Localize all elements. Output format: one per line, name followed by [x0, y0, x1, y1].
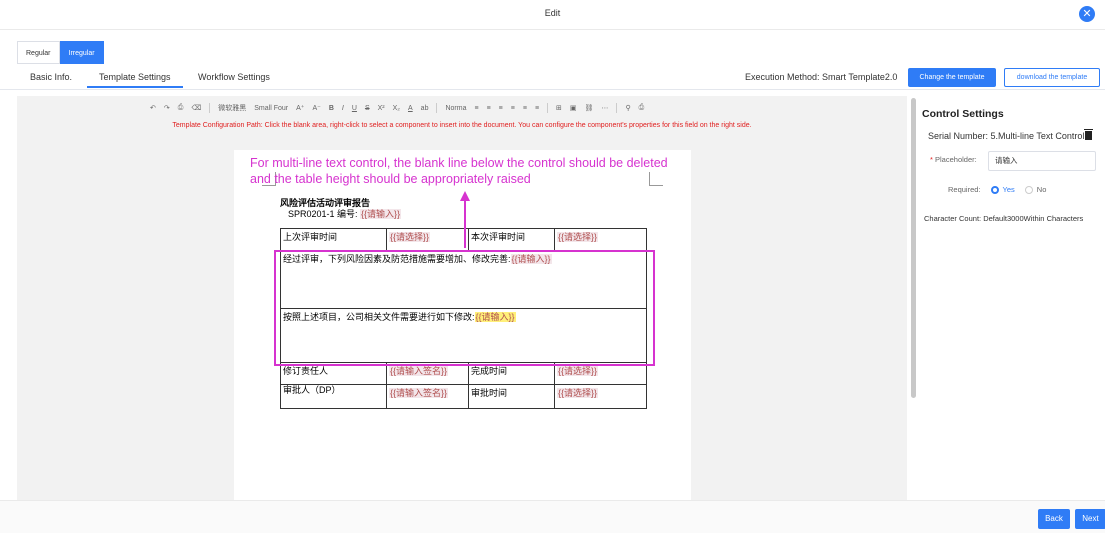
config-path-hint: Template Configuration Path: Click the b…: [172, 122, 752, 129]
next-button[interactable]: Next: [1075, 509, 1105, 529]
document-code-text: SPR0201-1 编号:: [288, 209, 358, 219]
table-cell[interactable]: {{请选择}}: [386, 228, 469, 251]
table-cell[interactable]: {{请输入签名}}: [386, 384, 469, 409]
print-preview-icon[interactable]: ⎙: [639, 104, 645, 112]
trash-icon[interactable]: [1084, 129, 1094, 140]
close-icon[interactable]: ✕: [1079, 6, 1095, 22]
font-size-select[interactable]: Small Four: [254, 105, 288, 112]
dialog-footer: [0, 500, 1105, 533]
placeholder-label: * Placeholder:: [930, 155, 977, 164]
editor-scrollbar[interactable]: [911, 98, 916, 398]
date-placeholder[interactable]: {{请选择}}: [557, 232, 599, 242]
placeholder-input[interactable]: 请输入: [988, 151, 1096, 171]
tab-irregular[interactable]: Irregular: [59, 41, 104, 64]
font-color-icon[interactable]: A: [408, 105, 413, 112]
highlight-icon[interactable]: ab: [421, 105, 429, 112]
image-icon[interactable]: ▣: [570, 104, 577, 112]
undo-icon[interactable]: ↶: [150, 104, 156, 112]
paragraph-select[interactable]: Norma: [445, 105, 466, 112]
tab-basic-info[interactable]: Basic Info.: [30, 72, 72, 82]
character-count: Character Count: Default3000Within Chara…: [924, 214, 1084, 223]
annotation-line: For multi-line text control, the blank l…: [250, 156, 668, 170]
strikethrough-icon[interactable]: S: [365, 105, 370, 112]
serial-number-text: Serial Number: 5.Multi-line Text Control: [928, 131, 1085, 141]
table-icon[interactable]: ⊞: [556, 104, 562, 112]
table-cell[interactable]: {{请选择}}: [554, 384, 647, 409]
align-right-icon[interactable]: ≡: [499, 105, 503, 112]
more-icon[interactable]: ⋯: [601, 104, 608, 112]
execution-method: Execution Method: Smart Template2.0: [745, 72, 898, 82]
annotation-line: and the table height should be appropria…: [250, 172, 531, 186]
code-placeholder[interactable]: {{请输入}}: [360, 209, 402, 219]
table-cell: 上次评审时间: [280, 228, 387, 251]
divider: [547, 103, 549, 113]
annotation-arrow-shaft: [464, 200, 466, 248]
align-center-icon[interactable]: ≡: [487, 105, 491, 112]
table-cell[interactable]: {{请选择}}: [554, 228, 647, 251]
required-label: Required:: [948, 185, 981, 194]
required-yes-radio[interactable]: [990, 185, 999, 194]
align-left-icon[interactable]: ≡: [474, 105, 478, 112]
table-cell: 本次评审时间: [468, 228, 555, 251]
link-icon[interactable]: ⛓: [585, 104, 594, 112]
control-settings-title: Control Settings: [922, 108, 1004, 120]
divider: [616, 103, 618, 113]
bold-icon[interactable]: B: [329, 105, 334, 112]
divider: [436, 103, 438, 113]
align-justify-icon[interactable]: ≡: [511, 105, 515, 112]
serial-number: Serial Number: 5.Multi-line Text Control: [928, 129, 1094, 141]
table-row: 审批人（DP） {{请输入签名}} 审批时间 {{请选择}}: [280, 384, 647, 409]
editor-toolbar: ↶ ↷ ⎙ ⌫ 微软雅黑 Small Four A⁺ A⁻ B I U S X²…: [150, 102, 644, 114]
annotation-note: For multi-line text control, the blank l…: [250, 155, 730, 187]
table-cell: 审批人（DP）: [280, 384, 387, 409]
required-no-radio[interactable]: [1024, 185, 1033, 194]
date-placeholder[interactable]: {{请选择}}: [389, 232, 431, 242]
underline-icon[interactable]: U: [352, 105, 357, 112]
signature-placeholder[interactable]: {{请输入签名}}: [389, 366, 449, 376]
document-code: SPR0201-1 编号: {{请输入}}: [288, 207, 402, 220]
indent-icon[interactable]: ≡: [523, 105, 527, 112]
italic-icon[interactable]: I: [342, 105, 344, 112]
placeholder-label-text: Placeholder:: [935, 155, 977, 164]
required-no-label[interactable]: No: [1037, 185, 1047, 194]
change-template-button[interactable]: Change the template: [908, 68, 996, 87]
superscript-icon[interactable]: X²: [378, 105, 385, 112]
download-template-button[interactable]: download the template: [1004, 68, 1100, 87]
mode-tabs: Regular Irregular: [17, 41, 104, 64]
tab-template-settings[interactable]: Template Settings: [87, 72, 183, 88]
date-placeholder[interactable]: {{请选择}}: [557, 366, 599, 376]
list-icon[interactable]: ≡: [535, 105, 539, 112]
search-icon[interactable]: ⚲: [625, 104, 630, 112]
tab-workflow-settings[interactable]: Workflow Settings: [198, 72, 270, 82]
print-icon[interactable]: ⎙: [178, 104, 184, 112]
required-row: Required: Yes No: [948, 185, 1046, 194]
back-button[interactable]: Back: [1038, 509, 1070, 529]
grow-font-icon[interactable]: A⁺: [296, 104, 304, 112]
tab-regular[interactable]: Regular: [17, 41, 60, 64]
subscript-icon[interactable]: X₂: [393, 105, 400, 112]
divider: [209, 103, 211, 113]
eraser-icon[interactable]: ⌫: [191, 104, 201, 112]
required-yes-label[interactable]: Yes: [1003, 185, 1015, 194]
table-cell: 审批时间: [468, 384, 555, 409]
redo-icon[interactable]: ↷: [164, 104, 170, 112]
annotation-highlight-box: [274, 250, 655, 366]
dialog-title: Edit: [544, 8, 561, 18]
date-placeholder[interactable]: {{请选择}}: [557, 388, 599, 398]
shrink-font-icon[interactable]: A⁻: [312, 104, 320, 112]
signature-placeholder[interactable]: {{请输入签名}}: [389, 388, 449, 398]
font-family-select[interactable]: 微软雅黑: [218, 103, 246, 113]
dialog-header: Edit ✕: [0, 0, 1105, 30]
